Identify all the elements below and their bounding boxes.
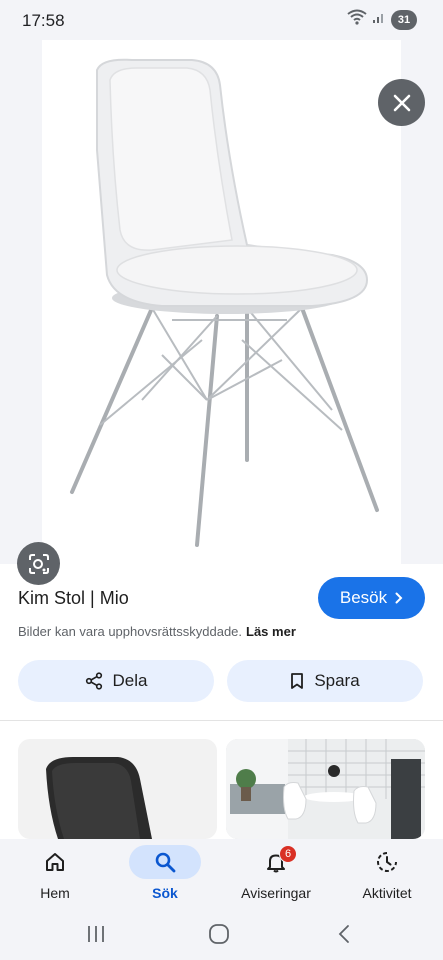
status-icons: 31 [347,9,417,30]
learn-more-link[interactable]: Läs mer [246,624,296,639]
visit-label: Besök [339,588,388,607]
nav-item-home[interactable]: Hem [0,839,110,909]
back-button[interactable] [329,921,359,947]
back-icon [338,925,349,943]
copyright-notice: Bilder kan vara upphovsrättsskyddade. Läs… [18,624,296,639]
home-circle-icon [209,924,229,944]
nav-item-activity[interactable]: Aktivitet [332,839,442,909]
copyright-text: Bilder kan vara upphovsrättsskyddade. [18,624,243,639]
status-bar: 17:58 31 [0,0,443,40]
image-viewer [0,40,443,585]
share-icon [85,672,102,690]
close-button[interactable] [378,79,425,126]
nav-label-notifications: Aviseringar [241,885,311,901]
related-image-thumbnail[interactable] [226,739,425,839]
wifi-icon [347,9,367,30]
status-time: 17:58 [22,11,65,30]
bookmark-icon [291,673,304,689]
battery-icon: 31 [391,9,417,30]
nav-item-search[interactable]: Sök [110,839,220,909]
home-icon [46,853,64,871]
signal-icon [372,10,386,29]
bottom-navigation: Hem Sök 6 Aviseringar Aktivitet [0,839,443,909]
nav-label-activity: Aktivitet [362,885,412,901]
divider [0,720,443,721]
save-button[interactable]: Spara [227,660,423,702]
search-icon [155,852,176,873]
share-label: Dela [112,671,148,690]
nav-item-notifications[interactable]: 6 Aviseringar [221,839,331,909]
visit-button[interactable]: Besök [318,577,425,619]
share-button[interactable]: Dela [18,660,214,702]
activity-icon [377,852,397,872]
lens-icon [28,553,49,574]
related-image-thumbnail[interactable] [18,739,217,839]
notification-badge: 6 [279,845,297,863]
recent-apps-icon [88,926,104,942]
close-icon [393,94,410,111]
nav-label-search: Sök [152,885,178,901]
chevron-right-icon [395,592,403,604]
result-title: Kim Stol | Mio [18,588,129,608]
lens-search-button[interactable] [17,542,60,585]
recent-apps-button[interactable] [81,921,111,947]
product-image [42,40,401,564]
home-system-button[interactable] [204,921,234,947]
save-label: Spara [314,671,360,690]
system-navigation-bar [0,909,443,960]
nav-label-home: Hem [40,885,70,901]
